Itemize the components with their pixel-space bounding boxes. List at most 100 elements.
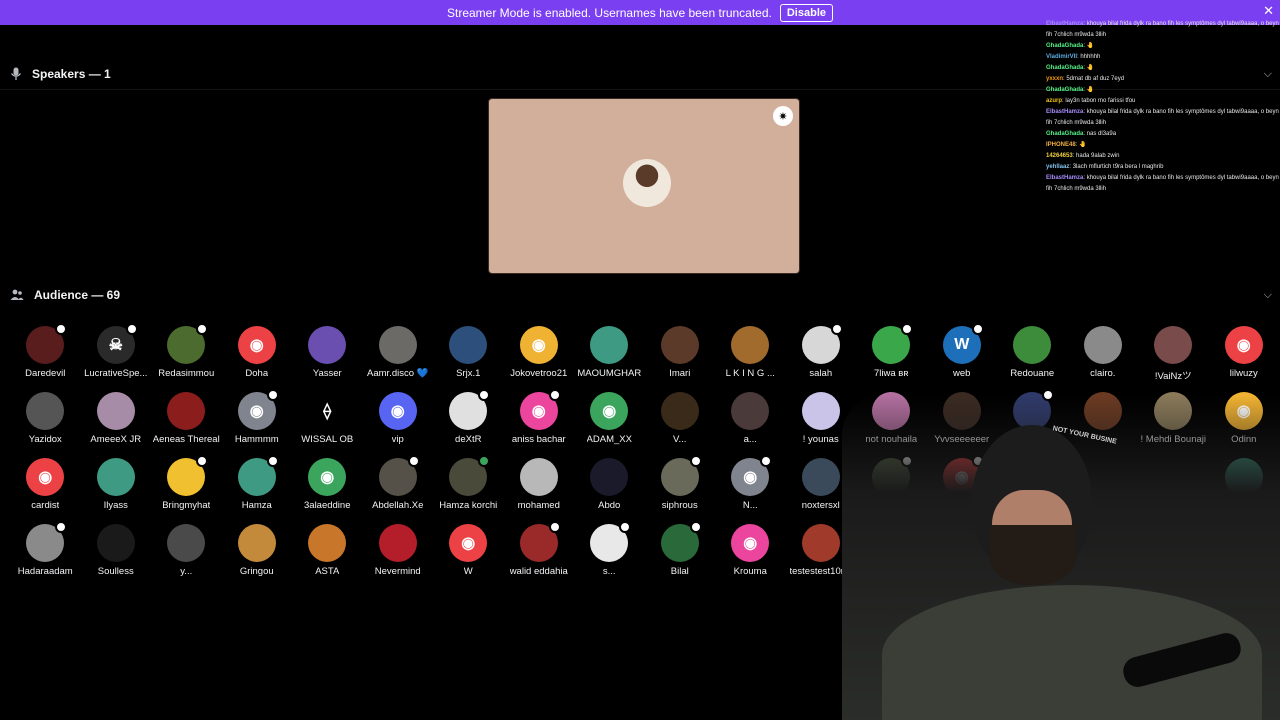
audience-member[interactable]: ◉ W — [433, 520, 504, 586]
status-badge — [55, 323, 68, 335]
avatar — [96, 458, 135, 496]
chat-message: yehllaaz: 3lach mflurtich t9ra bera l ma… — [1046, 162, 1280, 173]
discord-logo-icon: ◉ — [1236, 337, 1251, 354]
chat-message: VladimirVII: hhhhhh — [1046, 52, 1280, 63]
audience-member[interactable]: salah — [786, 322, 857, 388]
member-name: V... — [673, 434, 687, 445]
audience-member[interactable]: 7liwa ʙʀ — [856, 322, 927, 388]
member-name: LucrativeSpe... — [84, 368, 148, 379]
audience-member[interactable]: Srjx.1 — [433, 322, 504, 388]
chevron-down-icon[interactable]: ⌵ — [1264, 289, 1272, 302]
audience-member[interactable]: ◉ Krouma — [715, 520, 786, 586]
status-badge — [196, 323, 209, 335]
audience-member[interactable]: ◉ Jokovetroo21 — [504, 322, 575, 388]
audience-member[interactable]: Aamr.disco 💙 — [363, 322, 434, 388]
audience-member[interactable]: ASTA — [292, 520, 363, 586]
audience-member[interactable]: ☠ LucrativeSpe... — [81, 322, 152, 388]
audience-member[interactable]: ◉ N... — [715, 454, 786, 520]
audience-member[interactable]: deXtR — [433, 388, 504, 454]
avatar: ◉ — [1224, 326, 1263, 364]
avatar — [237, 455, 279, 496]
audience-member[interactable]: Redouane — [997, 322, 1068, 388]
webcam-overlay: NOT YOUR BUSINE — [842, 395, 1280, 720]
discord-logo-icon: ◉ — [249, 403, 264, 420]
avatar: ◉ — [449, 524, 488, 562]
chat-message: ElbastHamza: khouya bilal frida dylk ra … — [1046, 173, 1280, 195]
audience-member[interactable]: ◉ lilwuzy — [1209, 322, 1280, 388]
member-name: Imari — [669, 368, 691, 379]
member-name: Hamza — [241, 500, 272, 511]
audience-member[interactable]: Hadaraadam — [10, 520, 81, 586]
audience-member[interactable]: ◉ vip — [363, 388, 434, 454]
audience-member[interactable]: ⟠ WISSAL OB — [292, 388, 363, 454]
discord-logo-icon: ◉ — [743, 535, 758, 552]
discord-logo-icon: ◉ — [249, 337, 264, 354]
audience-member[interactable]: ◉ ADAM_XX — [574, 388, 645, 454]
avatar — [308, 524, 347, 562]
audience-member[interactable]: s... — [574, 520, 645, 586]
audience-member[interactable]: ◉ 3alaeddine — [292, 454, 363, 520]
audience-header: Audience — 69 — [10, 288, 120, 302]
member-name: MAOUMGHAR — [577, 368, 642, 379]
audience-member[interactable]: AmeeeX JR — [81, 388, 152, 454]
audience-member[interactable]: walid eddahia — [504, 520, 575, 586]
status-badge — [478, 389, 491, 401]
chat-username: ElbastHamza — [1046, 21, 1084, 27]
audience-member[interactable]: Yasser — [292, 322, 363, 388]
audience-member[interactable]: Wweb — [927, 322, 998, 388]
chat-username: yehllaaz — [1046, 164, 1070, 170]
chat-text: : lay3n tabon mo farissi tfou — [1062, 98, 1136, 104]
audience-member[interactable]: clairo. — [1068, 322, 1139, 388]
speaker-tile[interactable]: ✷ — [488, 98, 800, 274]
audience-member[interactable]: Hamza korchi — [433, 454, 504, 520]
audience-member[interactable]: Bilal — [645, 520, 716, 586]
audience-member[interactable]: Ilyass — [81, 454, 152, 520]
member-name: siphrous — [661, 500, 698, 511]
audience-member[interactable]: !VaiNzツ — [1138, 322, 1209, 388]
audience-member[interactable]: Gringou — [222, 520, 293, 586]
avatar: ◉ — [519, 326, 558, 364]
avatar: ◉ — [308, 458, 347, 496]
audience-member[interactable]: Aeneas Thereal — [151, 388, 222, 454]
avatar: ⟠ — [308, 392, 347, 430]
chat-username: ElbastHamza — [1046, 175, 1084, 181]
audience-member[interactable]: Daredevil — [10, 322, 81, 388]
audience-member[interactable]: ◉ Doha — [222, 322, 293, 388]
audience-member[interactable]: siphrous — [645, 454, 716, 520]
member-name: Hammmm — [234, 434, 279, 445]
audience-member[interactable]: Hamza — [222, 454, 293, 520]
audience-member[interactable]: ◉ aniss bachar — [504, 388, 575, 454]
audience-member[interactable]: MAOUMGHAR — [574, 322, 645, 388]
avatar — [801, 524, 840, 562]
audience-member[interactable]: Abdellah.Xe — [363, 454, 434, 520]
audience-member[interactable]: Redasimmou — [151, 322, 222, 388]
member-name: Yasser — [312, 368, 342, 379]
chat-text: : nas dl3a9a — [1083, 131, 1117, 137]
avatar — [308, 326, 347, 364]
audience-member[interactable]: L K I N G ... — [715, 322, 786, 388]
avatar — [1154, 326, 1193, 364]
status-badge — [407, 455, 420, 467]
audience-member[interactable]: ◉ Hammmm — [222, 388, 293, 454]
avatar — [801, 323, 843, 364]
status-badge — [196, 455, 209, 467]
disable-streamer-mode-button[interactable]: Disable — [779, 3, 833, 22]
audience-member[interactable]: ◉ cardist — [10, 454, 81, 520]
audience-member[interactable]: Abdo — [574, 454, 645, 520]
member-name: web — [953, 368, 971, 379]
audience-member[interactable]: Soulless — [81, 520, 152, 586]
close-icon[interactable]: ✕ — [1263, 3, 1274, 19]
audience-member[interactable]: y... — [151, 520, 222, 586]
avatar — [731, 326, 770, 364]
audience-member[interactable]: a... — [715, 388, 786, 454]
audience-member[interactable]: mohamed — [504, 454, 575, 520]
audience-member[interactable]: Nevermind — [363, 520, 434, 586]
avatar — [449, 455, 491, 496]
audience-member[interactable]: Bringmyhat — [151, 454, 222, 520]
audience-member[interactable]: Imari — [645, 322, 716, 388]
avatar: ◉ — [378, 392, 417, 430]
audience-member[interactable]: V... — [645, 388, 716, 454]
member-name: Krouma — [733, 566, 767, 577]
audience-member[interactable]: Yazidox — [10, 388, 81, 454]
member-name: Bilal — [670, 566, 689, 577]
